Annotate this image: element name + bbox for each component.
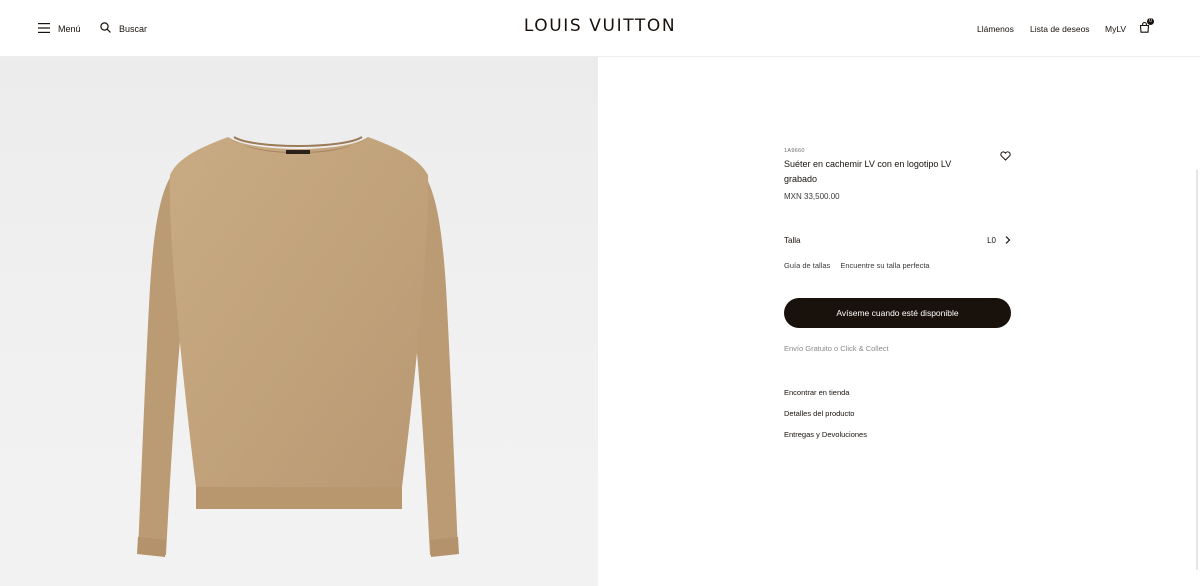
- heart-icon[interactable]: [1000, 148, 1011, 166]
- product-price: MXN 33,500.00: [784, 192, 840, 201]
- size-selector[interactable]: Talla L0: [784, 236, 1012, 250]
- cart-button[interactable]: 0: [1139, 0, 1154, 57]
- find-in-store-link[interactable]: Encontrar en tienda: [784, 388, 867, 409]
- mylv-link[interactable]: MyLV: [1105, 0, 1126, 57]
- product-image[interactable]: [0, 57, 598, 586]
- size-label: Talla: [784, 236, 801, 245]
- scrollbar[interactable]: [1196, 170, 1198, 570]
- product-details-link[interactable]: Detalles del producto: [784, 409, 867, 430]
- size-value: L0: [987, 236, 996, 245]
- cart-count-badge: 0: [1147, 18, 1154, 25]
- brand-logo[interactable]: LOUIS VUITTON: [0, 16, 1200, 36]
- call-us-link[interactable]: Llámenos: [977, 0, 1014, 57]
- shopping-bag-icon: 0: [1139, 18, 1154, 35]
- product-title: Suéter en cachemir LV con en logotipo LV…: [784, 159, 952, 184]
- size-guide: Guía de tallas Encuentre su talla perfec…: [784, 261, 938, 270]
- product-links: Encontrar en tienda Detalles del product…: [784, 388, 867, 451]
- wishlist-link[interactable]: Lista de deseos: [1030, 0, 1090, 57]
- notify-me-button[interactable]: Avíseme cuando esté disponible: [784, 298, 1011, 328]
- size-finder-link[interactable]: Encuentre su talla perfecta: [840, 261, 929, 270]
- product-info: 1A9660 Suéter en cachemir LV con en logo…: [784, 148, 1012, 201]
- shipping-note[interactable]: Envío Gratuito o Click & Collect: [784, 344, 889, 353]
- size-guide-link[interactable]: Guía de tallas: [784, 261, 830, 270]
- delivery-returns-link[interactable]: Entregas y Devoluciones: [784, 430, 867, 451]
- product-sku: 1A9660: [784, 148, 805, 154]
- site-header: Menú Buscar LOUIS VUITTON Llámenos Lista…: [0, 0, 1200, 57]
- chevron-right-icon: [1004, 235, 1012, 247]
